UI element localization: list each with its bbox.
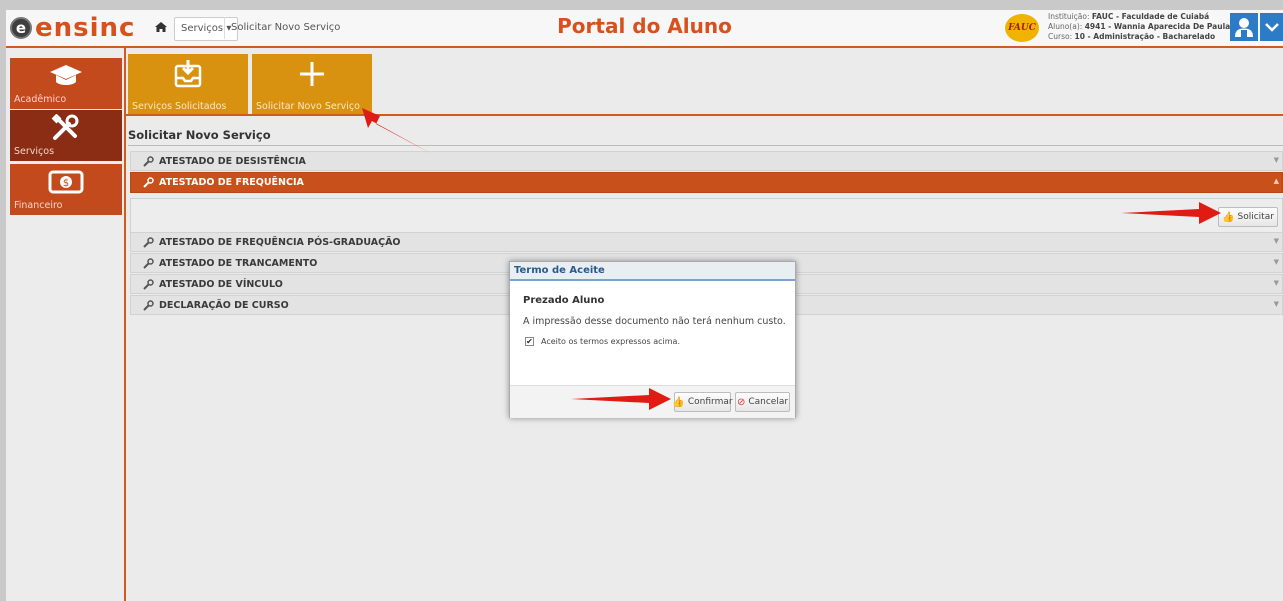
wrench-icon <box>143 279 154 290</box>
confirm-button[interactable]: 👍 Confirmar <box>672 392 733 412</box>
wrench-icon <box>143 237 154 248</box>
sidebar-item-label: Serviços <box>14 146 55 157</box>
triangle-down-icon: ▼ <box>1273 279 1279 287</box>
user-icon <box>1235 18 1253 37</box>
annotation-arrow-tile <box>362 108 432 154</box>
sidebar-item-servicos[interactable]: Serviços <box>10 110 122 161</box>
accordion-label: ATESTADO DE FREQUÊNCIA PÓS-GRADUAÇÃO <box>159 237 401 248</box>
user-menu-button[interactable] <box>1230 13 1258 41</box>
thumbs-up-icon: 👍 <box>1222 211 1235 223</box>
modal-heading: Prezado Aluno <box>523 295 605 306</box>
fauc-logo: FAUC <box>1005 14 1039 42</box>
wrench-icon <box>143 156 154 167</box>
tiles-divider <box>126 114 1283 116</box>
accordion-label: DECLARAÇÃO DE CURSO <box>159 300 289 311</box>
app-window: e ensinc Serviços ▾ Solicitar Novo Servi… <box>6 10 1283 601</box>
thumbs-up-icon: 👍 <box>672 396 685 408</box>
accordion-label: ATESTADO DE VÍNCULO <box>159 279 283 290</box>
sidebar-item-label: Financeiro <box>14 200 63 211</box>
course-line: Curso: 10 - Administração - Bacharelado <box>1048 32 1216 41</box>
accordion-atestado-desistencia[interactable]: ATESTADO DE DESISTÊNCIA ▼ <box>130 151 1283 171</box>
modal-text: A impressão desse documento não terá nen… <box>523 316 786 327</box>
annotation-arrow-solicitar <box>1121 202 1221 224</box>
cancel-label: Cancelar <box>748 397 789 407</box>
plus-icon <box>300 62 324 86</box>
sidebar: Acadêmico Serviços $ Financeiro <box>6 48 126 601</box>
solicitar-button[interactable]: 👍 Solicitar <box>1218 207 1278 227</box>
accordion-label: ATESTADO DE FREQUÊNCIA <box>159 177 304 188</box>
section-title: Solicitar Novo Serviço <box>128 128 271 142</box>
tile-servicos-solicitados[interactable]: Serviços Solicitados <box>128 54 248 116</box>
triangle-up-icon: ▲ <box>1273 177 1279 185</box>
cancel-button[interactable]: ⊘ Cancelar <box>735 392 790 412</box>
tile-label: Solicitar Novo Serviço <box>256 101 360 112</box>
chevron-down-icon <box>1264 23 1279 32</box>
cancel-circle-icon: ⊘ <box>736 396 746 408</box>
tools-icon <box>51 114 79 140</box>
accordion-label: ATESTADO DE TRANCAMENTO <box>159 258 318 269</box>
institution-line: Instituição: FAUC - Faculdade de Cuiabá <box>1048 12 1210 21</box>
money-icon: $ <box>48 170 84 194</box>
home-icon[interactable] <box>154 20 168 34</box>
wrench-icon <box>143 177 154 188</box>
wrench-icon <box>143 300 154 311</box>
breadcrumb-current[interactable]: Solicitar Novo Serviço <box>224 17 340 39</box>
accordion-label: ATESTADO DE DESISTÊNCIA <box>159 156 306 167</box>
section-divider <box>128 145 1283 146</box>
accept-terms-label[interactable]: Aceito os termos expressos acima. <box>541 337 680 346</box>
triangle-down-icon: ▼ <box>1273 156 1279 164</box>
triangle-down-icon: ▼ <box>1273 300 1279 308</box>
sidebar-item-label: Acadêmico <box>14 94 67 105</box>
student-info: Instituição: FAUC - Faculdade de Cuiabá … <box>1048 12 1230 42</box>
sidebar-item-financeiro[interactable]: $ Financeiro <box>10 164 122 215</box>
logo-badge: e <box>10 17 32 39</box>
logo-text: ensinc <box>35 13 136 43</box>
inbox-download-icon <box>174 60 202 88</box>
confirm-label: Confirmar <box>687 397 733 407</box>
top-header: e ensinc Serviços ▾ Solicitar Novo Servi… <box>6 10 1283 48</box>
ensinc-logo[interactable]: e ensinc <box>10 14 135 42</box>
annotation-arrow-confirmar <box>571 388 671 410</box>
accept-terms-checkbox[interactable]: ✔ <box>525 337 534 346</box>
sidebar-item-academico[interactable]: Acadêmico <box>10 58 122 109</box>
accordion-atestado-frequencia[interactable]: ATESTADO DE FREQUÊNCIA ▲ <box>130 172 1283 193</box>
modal-title: Termo de Aceite <box>510 262 795 281</box>
tile-label: Serviços Solicitados <box>132 101 227 112</box>
triangle-down-icon: ▼ <box>1273 258 1279 266</box>
triangle-down-icon: ▼ <box>1273 237 1279 245</box>
wrench-icon <box>143 258 154 269</box>
user-menu-toggle[interactable] <box>1260 13 1283 41</box>
accordion-atestado-frequencia-pos[interactable]: ATESTADO DE FREQUÊNCIA PÓS-GRADUAÇÃO ▼ <box>130 232 1283 252</box>
student-line: Aluno(a): 4941 - Wannia Aparecida De Pau… <box>1048 22 1231 31</box>
graduation-cap-icon <box>50 65 82 85</box>
services-nav-label: Serviços <box>181 23 224 34</box>
svg-text:$: $ <box>63 178 69 189</box>
solicitar-label: Solicitar <box>1237 212 1274 222</box>
